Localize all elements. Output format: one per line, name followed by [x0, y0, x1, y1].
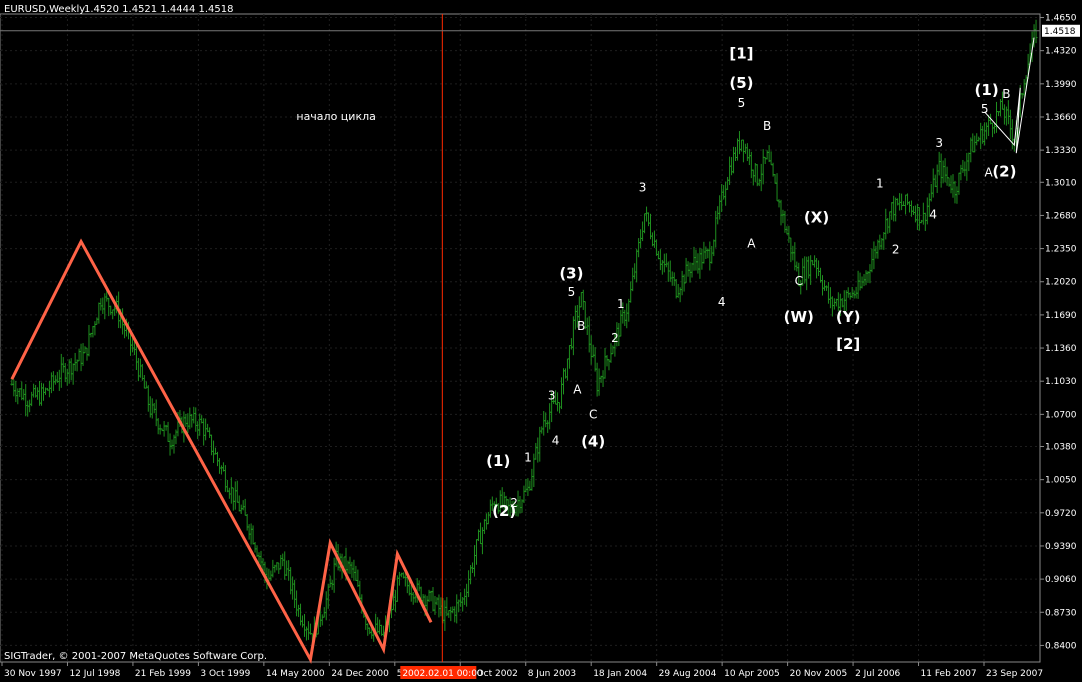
wave-label: 3: [548, 388, 556, 402]
wave-label: 3: [935, 136, 943, 150]
wave-label: (3): [559, 265, 583, 283]
y-tick-label: 0.9720: [1045, 509, 1077, 519]
wave-label: 4: [929, 207, 937, 221]
wave-label: 4: [718, 295, 726, 309]
y-tick-label: 1.0380: [1045, 443, 1077, 453]
x-tick-label: 8 Jun 2003: [528, 669, 576, 679]
y-tick-label: 1.2350: [1045, 245, 1077, 255]
y-tick-label: 1.0050: [1045, 476, 1077, 486]
x-tick-label: 23 Sep 2007: [986, 669, 1043, 679]
y-tick-label: 1.4320: [1045, 47, 1077, 57]
wave-label: B: [1002, 87, 1010, 101]
wave-label: C: [795, 274, 803, 288]
wave-label: 1: [876, 176, 884, 190]
y-tick-label: 0.8400: [1045, 641, 1077, 651]
wave-label: (2): [992, 162, 1016, 180]
wave-label: 1: [617, 297, 625, 311]
y-tick-label: 1.3010: [1045, 178, 1077, 188]
x-tick-label: 18 Jan 2004: [593, 669, 647, 679]
wave-label: B: [763, 119, 771, 133]
header: EURUSD,Weekly 1.4520 1.4521 1.4444 1.451…: [4, 4, 234, 15]
y-tick-label: 1.0700: [1045, 410, 1077, 420]
x-tick-label: 20 Nov 2005: [790, 669, 848, 679]
y-tick-label: 1.3660: [1045, 113, 1077, 123]
wave-label: 2: [510, 496, 518, 510]
x-tick-label: 3 Oct 1999: [200, 669, 250, 679]
wave-label: 1: [524, 451, 532, 465]
x-tick-label: 29 Aug 2004: [659, 669, 717, 679]
x-tick-label: 11 Feb 2007: [921, 669, 977, 679]
wave-label: [1]: [729, 45, 753, 63]
y-tick-label: 1.2020: [1045, 278, 1077, 288]
y-tick-label: 1.2680: [1045, 211, 1077, 221]
y-tick-label: 1.1690: [1045, 311, 1077, 321]
wave-label: A: [573, 382, 582, 396]
wave-label: (5): [729, 74, 753, 92]
wave-label: C: [589, 407, 597, 421]
wave-label: 2: [892, 243, 900, 257]
wave-label: (4): [581, 433, 605, 451]
price-chart[interactable]: начало цикла(1)(2)2134(3)5BAC(4)2134[1](…: [0, 0, 1082, 682]
wave-label: (X): [804, 208, 829, 226]
chart-background: [0, 0, 1082, 682]
x-tick-label: 24 Dec 2000: [331, 669, 389, 679]
wave-label: A: [747, 237, 756, 251]
vertical-marker-label-text: 2002.02.01 00:00: [402, 669, 483, 679]
wave-label: [2]: [836, 335, 860, 353]
y-tick-label: 1.1030: [1045, 377, 1077, 387]
wave-label: 4: [552, 433, 560, 447]
wave-label: 5: [981, 102, 989, 116]
wave-label: (1): [486, 452, 510, 470]
y-tick-label: 0.9390: [1045, 542, 1077, 552]
wave-label: 2: [611, 331, 619, 345]
y-tick-label: 1.3990: [1045, 80, 1077, 90]
vertical-marker-label: 2002.02.01 00:00: [400, 666, 483, 679]
y-tick-label: 0.9060: [1045, 575, 1077, 585]
y-tick-label: 1.1360: [1045, 344, 1077, 354]
copyright-text: SIGTrader, © 2001-2007 MetaQuotes Softwa…: [4, 651, 267, 662]
symbol-timeframe: EURUSD,Weekly: [4, 4, 85, 15]
wave-label: B: [577, 319, 585, 333]
x-tick-label: 30 Nov 1997: [4, 669, 62, 679]
cycle-start-note: начало цикла: [296, 110, 375, 123]
x-tick-label: 12 Jul 1998: [69, 669, 120, 679]
x-tick-label: 21 Feb 1999: [135, 669, 191, 679]
wave-label: (1): [975, 81, 999, 99]
wave-label: (W): [784, 308, 814, 326]
y-tick-label: 0.8730: [1045, 608, 1077, 618]
ohlc-readout: 1.4520 1.4521 1.4444 1.4518: [84, 4, 234, 15]
x-tick-label: 2 Jul 2006: [855, 669, 900, 679]
current-price-box: 1.4518: [1042, 24, 1080, 37]
x-tick-label: 10 Apr 2005: [724, 669, 780, 679]
wave-label: 5: [568, 285, 576, 299]
x-tick-label: 14 May 2000: [266, 669, 325, 679]
wave-label: (Y): [836, 308, 861, 326]
y-tick-label: 1.3330: [1045, 146, 1077, 156]
wave-label: 3: [639, 180, 647, 194]
current-price-value: 1.4518: [1044, 27, 1076, 37]
wave-label: 5: [738, 96, 746, 110]
y-tick-label: 1.4650: [1045, 14, 1077, 24]
